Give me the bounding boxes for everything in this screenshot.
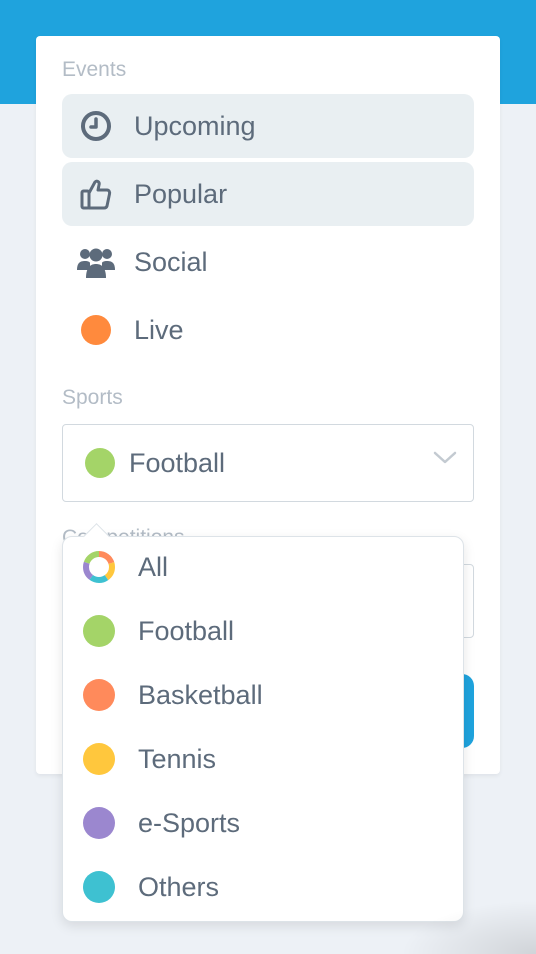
events-item-label: Live (134, 314, 184, 345)
sports-section-label: Sports (62, 386, 123, 409)
all-sports-icon (83, 551, 115, 583)
sport-option-label: Others (138, 871, 220, 902)
esports-dot-icon (83, 807, 115, 839)
users-icon (76, 242, 116, 282)
thumbs-up-icon (76, 174, 116, 214)
events-section-label: Events (62, 58, 127, 81)
basketball-dot-icon (83, 679, 115, 711)
clock-icon (76, 106, 116, 146)
sport-option-label: Tennis (138, 743, 217, 774)
events-item-label: Popular (134, 178, 228, 209)
events-item-live[interactable]: Live (62, 298, 474, 362)
events-item-popular[interactable]: Popular (62, 162, 474, 226)
sports-select-value: Football (129, 447, 226, 478)
football-dot-icon (83, 615, 115, 647)
others-dot-icon (83, 871, 115, 903)
events-item-label: Social (134, 246, 208, 277)
corner-shadow (400, 900, 536, 954)
sport-option-basketball[interactable]: Basketball (63, 663, 463, 727)
sport-option-label: e-Sports (138, 807, 241, 838)
live-dot-icon (76, 310, 116, 350)
sport-option-label: Basketball (138, 679, 263, 710)
sport-option-label: All (138, 551, 169, 582)
sport-option-label: Football (138, 615, 235, 646)
tennis-dot-icon (83, 743, 115, 775)
sport-option-esports[interactable]: e-Sports (63, 791, 463, 855)
events-item-label: Upcoming (134, 110, 256, 141)
sport-option-all[interactable]: All (63, 535, 463, 599)
sports-dropdown: All Football Basketball Tennis e-Sports … (62, 523, 464, 922)
events-item-upcoming[interactable]: Upcoming (62, 94, 474, 158)
sports-select[interactable]: Football (62, 424, 474, 502)
football-dot-icon (85, 448, 115, 478)
sport-option-tennis[interactable]: Tennis (63, 727, 463, 791)
chevron-down-icon (433, 451, 457, 470)
sport-option-football[interactable]: Football (63, 599, 463, 663)
events-item-social[interactable]: Social (62, 230, 474, 294)
